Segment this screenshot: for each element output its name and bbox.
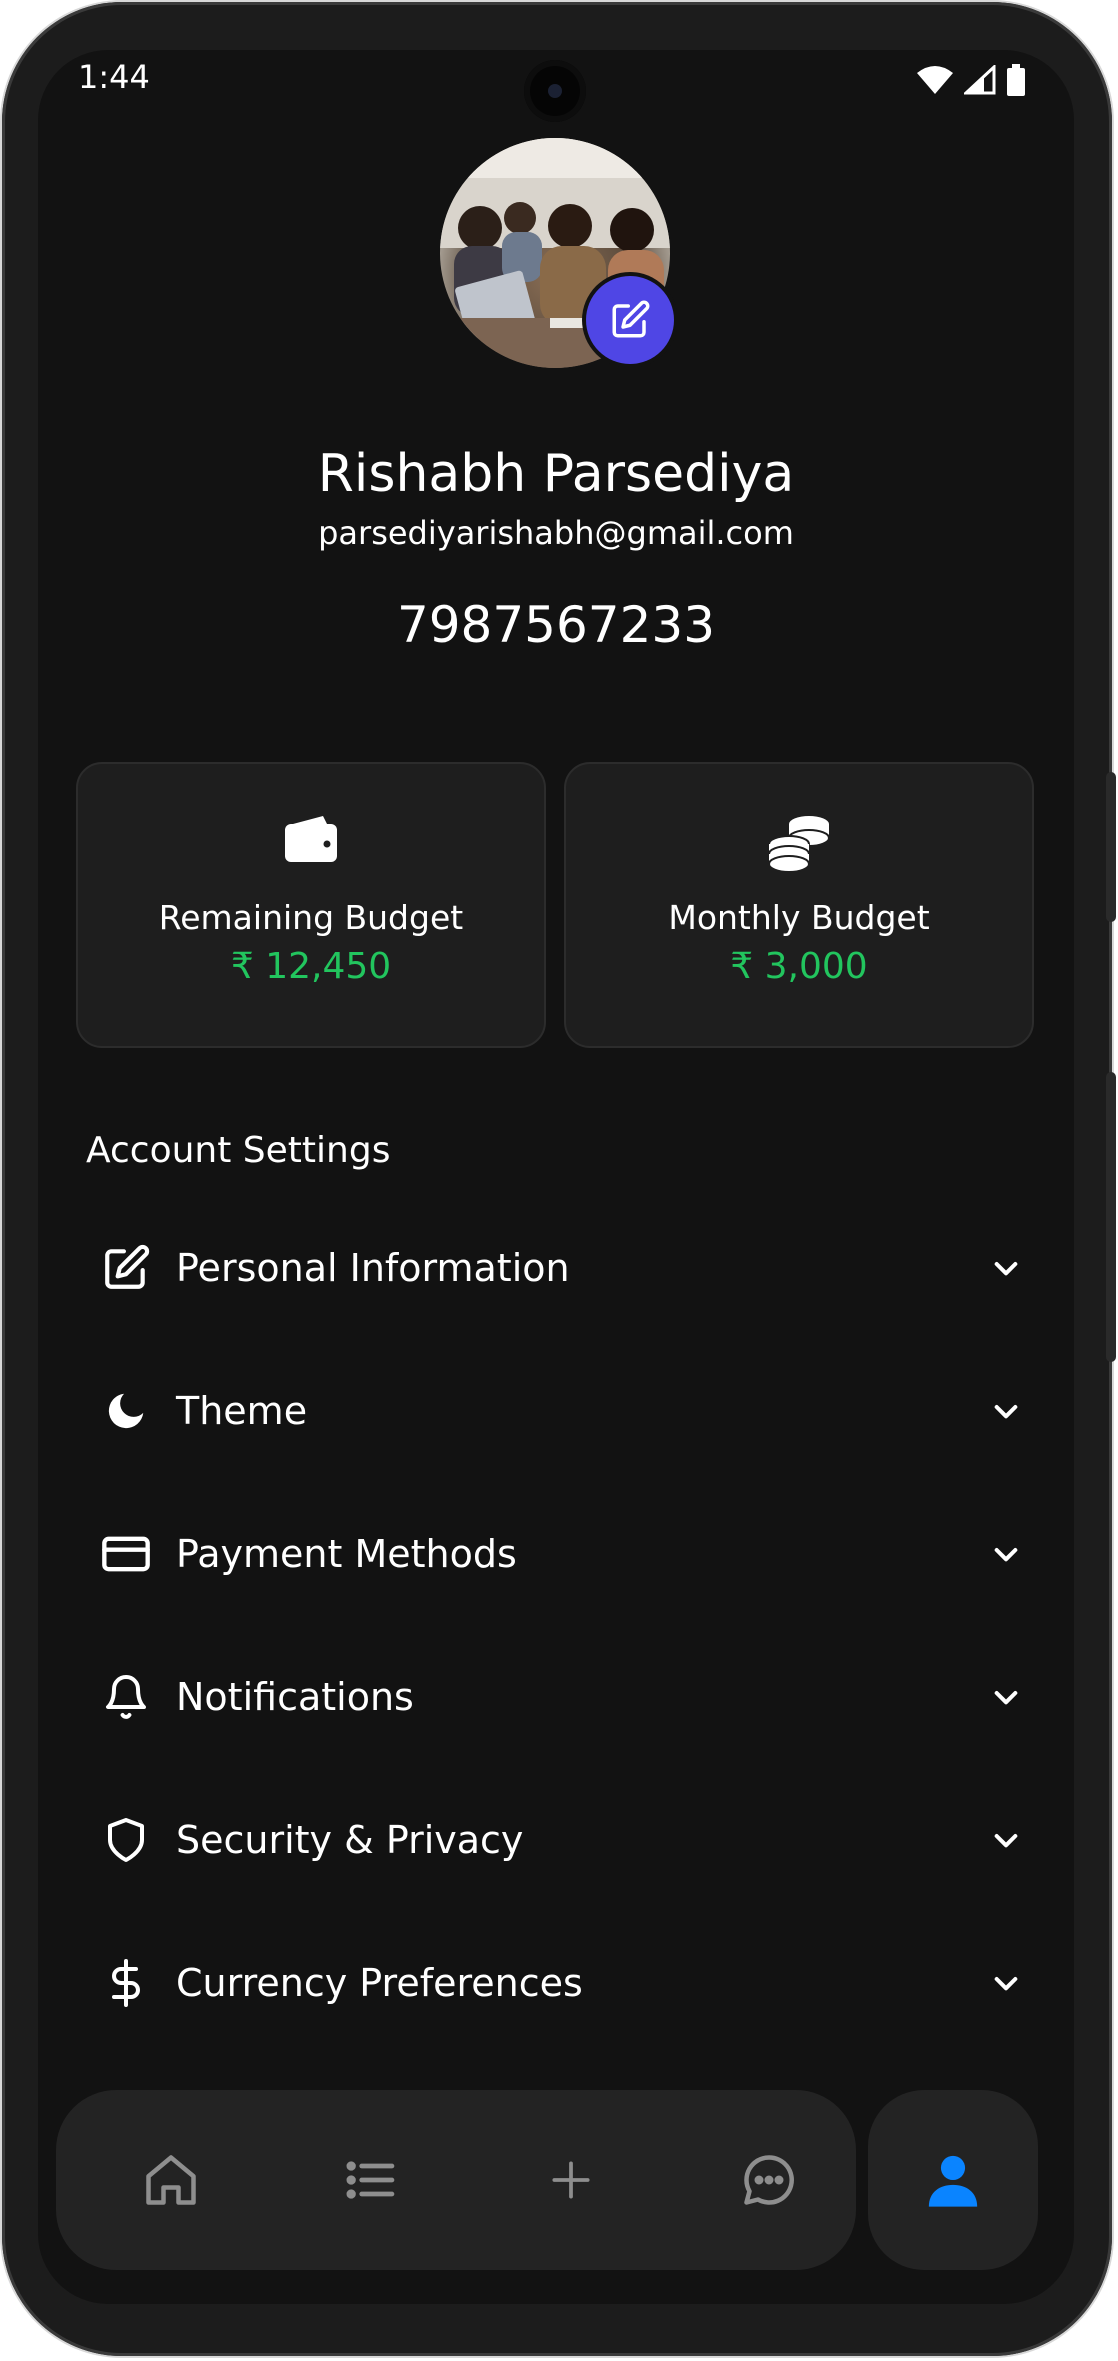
bell-icon [100, 1671, 152, 1723]
setting-payment-methods[interactable]: Payment Methods [86, 1494, 1046, 1614]
credit-card-icon [100, 1528, 152, 1580]
edit-icon [612, 300, 650, 338]
coins-icon [566, 814, 1032, 876]
bottom-nav [56, 2090, 856, 2270]
shield-icon [100, 1814, 152, 1866]
front-camera [524, 60, 586, 122]
signal-icon [962, 63, 996, 99]
setting-security-privacy[interactable]: Security & Privacy [86, 1780, 1046, 1900]
chevron-down-icon [986, 1677, 1026, 1717]
monthly-budget-card[interactable]: Monthly Budget ₹ 3,000 [564, 762, 1034, 1048]
profile-name: Rishabh Parsediya [317, 444, 795, 504]
setting-label: Security & Privacy [176, 1818, 524, 1862]
card-label: Remaining Budget [158, 898, 464, 937]
chat-icon [744, 2155, 794, 2205]
avatar-container [440, 138, 674, 368]
list-icon [346, 2161, 395, 2199]
nav-chat[interactable] [729, 2140, 809, 2220]
setting-label: Personal Information [176, 1246, 570, 1290]
battery-icon [1006, 64, 1026, 100]
chevron-down-icon [986, 1963, 1026, 2003]
setting-notifications[interactable]: Notifications [86, 1637, 1046, 1757]
setting-personal-information[interactable]: Personal Information [86, 1208, 1046, 1328]
nav-add[interactable] [531, 2140, 611, 2220]
screen: 1:44 Rishabh Parsediya parsediyarishabh@… [38, 50, 1074, 2304]
wifi-icon [916, 65, 954, 99]
profile-email: parsediyarishabh@gmail.com [318, 514, 794, 552]
remaining-budget-card[interactable]: Remaining Budget ₹ 12,450 [76, 762, 546, 1048]
edit-avatar-button[interactable] [586, 276, 674, 364]
dollar-icon [100, 1957, 152, 2009]
status-bar: 1:44 [38, 50, 1074, 130]
user-icon [928, 2155, 978, 2207]
nav-profile[interactable] [868, 2090, 1038, 2270]
status-time: 1:44 [78, 58, 150, 96]
phone-frame: 1:44 Rishabh Parsediya parsediyarishabh@… [2, 2, 1116, 2356]
profile-phone: 7987567233 [396, 596, 716, 654]
account-settings-title: Account Settings [86, 1130, 391, 1171]
setting-label: Payment Methods [176, 1532, 517, 1576]
moon-icon [100, 1385, 152, 1437]
chevron-down-icon [986, 1391, 1026, 1431]
edit-icon [100, 1242, 152, 1294]
chevron-down-icon [986, 1820, 1026, 1860]
plus-icon [552, 2161, 590, 2199]
chevron-down-icon [986, 1534, 1026, 1574]
wallet-icon [78, 814, 544, 864]
card-label: Monthly Budget [668, 898, 930, 937]
setting-theme[interactable]: Theme [86, 1351, 1046, 1471]
card-value: ₹ 12,450 [230, 946, 392, 987]
card-value: ₹ 3,000 [730, 946, 868, 987]
setting-label: Currency Preferences [176, 1961, 583, 2005]
chevron-down-icon [986, 1248, 1026, 1288]
setting-label: Notifications [176, 1675, 414, 1719]
home-icon [146, 2155, 196, 2205]
power-button [1106, 772, 1116, 922]
nav-transactions[interactable] [331, 2140, 411, 2220]
volume-button [1106, 1072, 1116, 1362]
setting-label: Theme [176, 1389, 308, 1433]
nav-home[interactable] [131, 2140, 211, 2220]
status-icons [916, 63, 1026, 100]
setting-currency-preferences[interactable]: Currency Preferences [86, 1923, 1046, 2043]
